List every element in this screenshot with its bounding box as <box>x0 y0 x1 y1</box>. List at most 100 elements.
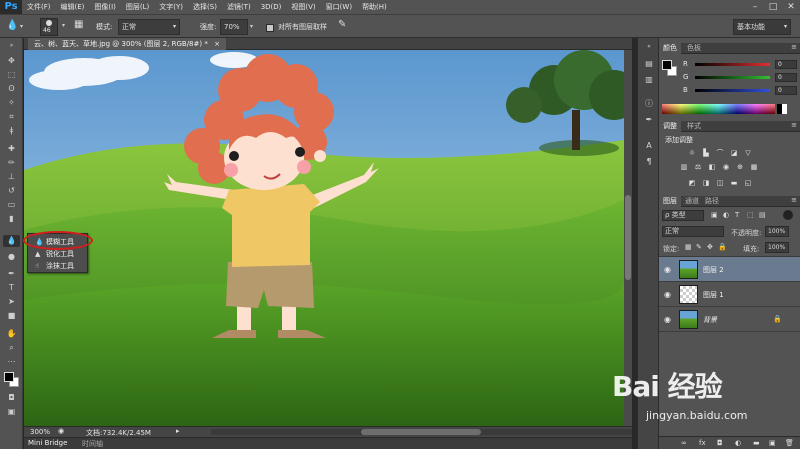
red-channel-value[interactable]: 0 <box>775 60 797 69</box>
hue-adjust-icon[interactable]: ▥ <box>679 163 689 171</box>
background-layer-name[interactable]: 背景 <box>703 315 717 325</box>
menu-file[interactable]: 文件(F) <box>22 0 56 14</box>
filter-smart-icon[interactable]: ▤ <box>759 211 766 219</box>
marquee-tool-icon[interactable]: ⬚ <box>3 69 20 81</box>
mini-bridge-tab[interactable]: Mini Bridge <box>28 439 67 447</box>
background-visibility-eye-icon[interactable]: ◉ <box>664 315 671 324</box>
healing-tool-icon[interactable]: ✚ <box>3 143 20 155</box>
new-layer-icon[interactable]: ▣ <box>769 439 776 447</box>
link-icon[interactable]: ∞ <box>681 439 687 447</box>
tab-adjustments[interactable]: 调整 <box>659 121 681 132</box>
menu-image[interactable]: 图像(I) <box>89 0 121 14</box>
photo-filter-adjust-icon[interactable]: ◉ <box>721 163 731 171</box>
status-menu-chevron-icon[interactable]: ▸ <box>176 427 180 435</box>
curves-adjust-icon[interactable]: ⌒ <box>715 149 725 157</box>
type-tool-icon[interactable]: T <box>3 282 20 294</box>
green-channel-slider[interactable] <box>695 76 770 79</box>
menu-filter[interactable]: 滤镜(T) <box>222 0 256 14</box>
threshold-adjust-icon[interactable]: ◫ <box>715 179 725 187</box>
tab-color[interactable]: 颜色 <box>659 43 681 54</box>
selective-color-adjust-icon[interactable]: ◱ <box>743 179 753 187</box>
dodge-tool-icon[interactable]: ● <box>3 251 20 263</box>
eraser-tool-icon[interactable]: ▭ <box>3 199 20 211</box>
posterize-adjust-icon[interactable]: ◨ <box>701 179 711 187</box>
layer-row-layer2[interactable]: ◉ 图层 2 <box>659 257 800 282</box>
filter-pixel-icon[interactable]: ▣ <box>711 211 718 219</box>
history-brush-tool-icon[interactable]: ↺ <box>3 185 20 197</box>
invert-adjust-icon[interactable]: ◩ <box>687 179 697 187</box>
icon-column-collapse-icon[interactable]: « <box>642 41 656 53</box>
filter-adjust-icon[interactable]: ◐ <box>723 211 729 219</box>
blur-tool-icon-active[interactable]: 💧 <box>3 235 20 247</box>
red-channel-slider[interactable] <box>695 63 770 66</box>
color-balance-adjust-icon[interactable]: ⚖ <box>693 163 703 171</box>
paragraph-panel-icon[interactable]: ¶ <box>642 156 656 168</box>
timeline-tab[interactable]: 时间轴 <box>82 439 103 449</box>
info-panel-icon[interactable]: ⓘ <box>642 98 656 110</box>
opacity-input[interactable]: 100% <box>765 226 789 237</box>
mode-select[interactable]: 正常 ▾ <box>118 19 180 35</box>
filter-shape-icon[interactable]: ⬚ <box>747 211 754 219</box>
trash-icon[interactable]: 🗑 <box>785 439 794 447</box>
tab-paths[interactable]: 路径 <box>701 196 723 207</box>
pen-tool-icon[interactable]: ✒ <box>3 268 20 280</box>
blue-channel-slider[interactable] <box>695 89 770 92</box>
brightness-adjust-icon[interactable]: ☼ <box>687 149 697 157</box>
strength-input[interactable]: 70% <box>220 19 248 35</box>
character-panel-icon[interactable]: A <box>642 140 656 152</box>
blend-mode-select[interactable]: 正常 <box>662 226 724 237</box>
move-tool-icon[interactable]: ✥ <box>3 55 20 67</box>
status-info-icon[interactable]: ◉ <box>58 427 64 435</box>
gradient-tool-icon[interactable]: ▮ <box>3 213 20 225</box>
adjustments-panel-menu-icon[interactable]: ≡ <box>791 121 797 129</box>
toolbar-collapse-icon[interactable]: » <box>3 40 20 52</box>
foreground-color-swatch-front[interactable] <box>4 372 14 382</box>
color-spectrum-bar[interactable] <box>662 104 775 114</box>
workspace-select[interactable]: 基本功能 ▾ <box>733 19 791 35</box>
horizontal-scroll-thumb[interactable] <box>361 429 481 435</box>
fx-icon[interactable]: fx <box>699 439 706 447</box>
document-canvas[interactable] <box>24 50 624 426</box>
menu-select[interactable]: 选择(S) <box>188 0 222 14</box>
shape-tool-icon[interactable]: ■ <box>3 310 20 322</box>
menu-window[interactable]: 窗口(W) <box>321 0 357 14</box>
channel-mixer-adjust-icon[interactable]: ⊕ <box>735 163 745 171</box>
fill-input[interactable]: 100% <box>765 242 789 253</box>
paths-panel-icon[interactable]: ✒ <box>642 114 656 126</box>
white-swatch[interactable] <box>782 104 787 114</box>
screen-mode-icon[interactable]: ▣ <box>3 406 20 418</box>
color-panel-menu-icon[interactable]: ≡ <box>791 43 797 51</box>
black-white-adjust-icon[interactable]: ◧ <box>707 163 717 171</box>
adjustment-icon[interactable]: ◐ <box>735 439 741 447</box>
quick-mask-icon[interactable]: ◘ <box>3 392 20 404</box>
brush-tool-icon[interactable]: ✏ <box>3 157 20 169</box>
menu-layer[interactable]: 图层(L) <box>121 0 154 14</box>
color-lookup-adjust-icon[interactable]: ▦ <box>749 163 759 171</box>
menu-3d[interactable]: 3D(D) <box>256 0 287 14</box>
path-select-tool-icon[interactable]: ➤ <box>3 296 20 308</box>
history-panel-icon[interactable]: ▤ <box>642 58 656 70</box>
tab-layers[interactable]: 图层 <box>659 196 681 207</box>
sample-all-layers-checkbox[interactable] <box>266 24 274 32</box>
blur-tool-icon[interactable]: 💧 <box>6 20 18 31</box>
crop-tool-icon[interactable]: ⌗ <box>3 111 20 123</box>
green-channel-value[interactable]: 0 <box>775 73 797 82</box>
menu-help[interactable]: 帮助(H) <box>357 0 392 14</box>
folder-icon[interactable]: ▬ <box>753 439 760 447</box>
filter-type-icon[interactable]: T <box>735 211 739 219</box>
brush-preset-picker[interactable]: 46 <box>40 18 58 36</box>
lock-position-icon[interactable]: ✥ <box>707 243 713 251</box>
flyout-item-smudge[interactable]: ☝ 涂抹工具 <box>28 260 87 272</box>
quick-select-tool-icon[interactable]: ✧ <box>3 97 20 109</box>
strength-chevron-icon[interactable]: ▾ <box>250 23 253 30</box>
blue-channel-value[interactable]: 0 <box>775 86 797 95</box>
maximize-button[interactable]: □ <box>764 0 782 14</box>
document-tab-close-icon[interactable]: × <box>214 40 220 48</box>
pressure-icon[interactable]: ✎ <box>338 19 346 30</box>
hand-tool-icon[interactable]: ✋ <box>3 328 20 340</box>
lock-image-icon[interactable]: ✎ <box>696 243 702 251</box>
exposure-adjust-icon[interactable]: ◪ <box>729 149 739 157</box>
layer1-name[interactable]: 图层 1 <box>703 290 724 300</box>
mask-icon[interactable]: ◘ <box>717 439 723 447</box>
brush-picker-chevron-icon[interactable]: ▾ <box>62 22 65 29</box>
